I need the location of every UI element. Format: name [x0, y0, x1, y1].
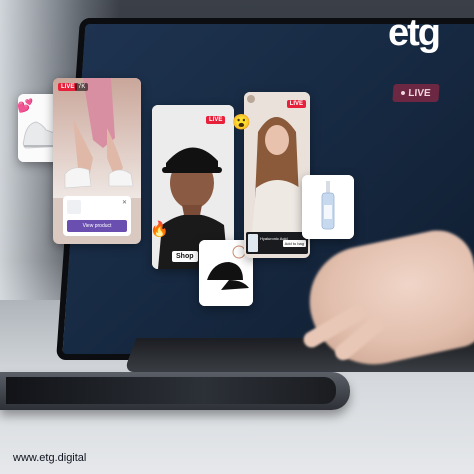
- smartphone: [0, 372, 350, 410]
- background-scene: LIVE etg 💕 LIVE 7K ✕ View product LIVE S…: [0, 0, 474, 474]
- beauty-stream-card[interactable]: LIVE Hyaluronic Acid Add to bag: [244, 92, 310, 258]
- close-icon[interactable]: ✕: [122, 199, 127, 206]
- view-product-button[interactable]: View product: [67, 220, 127, 232]
- serum-thumbnail: [248, 234, 258, 252]
- hearts-reaction-icon: 💕: [17, 98, 34, 113]
- brand-logo-text: etg: [388, 12, 441, 54]
- serum-product-card[interactable]: [302, 175, 354, 239]
- beauty-stream-video: [244, 92, 310, 232]
- phone-glass: [6, 377, 336, 404]
- wow-reaction-icon: 😮: [232, 114, 251, 131]
- fire-reaction-icon: 🔥: [150, 221, 169, 238]
- screen-live-label: LIVE: [407, 87, 431, 99]
- brand-logo: etg: [388, 12, 441, 55]
- sneaker-stream-card[interactable]: LIVE 7K ✕ View product: [53, 78, 141, 244]
- add-to-bag-button[interactable]: Add to bag: [282, 240, 306, 247]
- product-thumbnail: [67, 200, 81, 214]
- screen-live-badge: LIVE: [392, 84, 440, 102]
- serum-bottle-image: [302, 175, 354, 239]
- live-badge: LIVE: [206, 116, 226, 124]
- live-dot-icon: [401, 91, 406, 95]
- viewer-count: 7K: [75, 83, 89, 91]
- website-url: www.etg.digital: [13, 452, 87, 464]
- product-popup: ✕ View product: [63, 196, 131, 236]
- live-badge: LIVE: [286, 100, 306, 108]
- avatar: [247, 95, 255, 103]
- shop-button[interactable]: Shop: [172, 251, 198, 262]
- product-bar: Hyaluronic Acid Add to bag: [246, 232, 308, 254]
- sneaker-stream-video: [53, 78, 141, 198]
